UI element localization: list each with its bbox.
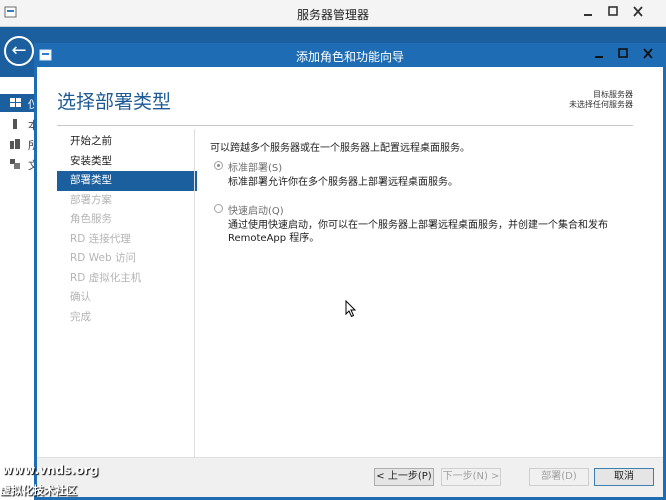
heading-divider (57, 125, 633, 126)
minimize-icon[interactable] (578, 3, 598, 21)
quick-start-description: 通过使用快速启动，你可以在一个服务器上部署远程桌面服务，并创建一个集合和发布 R… (228, 220, 608, 244)
quick-start-label[interactable]: 快速启动(Q) (228, 202, 284, 217)
back-arrow-icon[interactable]: ← (4, 36, 34, 66)
standard-deployment-option[interactable]: 标准部署(S) (214, 159, 414, 174)
step-rd-virtualization-host: RD 虚拟化主机 (70, 271, 142, 284)
watermark-site-name: 虚拟化技术社区 (0, 484, 77, 497)
sidebar-item-file-services[interactable]: 文 (0, 155, 34, 173)
all-servers-icon (10, 139, 20, 149)
step-rd-web-access: RD Web 访问 (70, 252, 136, 264)
step-before-you-begin[interactable]: 开始之前 (57, 132, 197, 152)
previous-button[interactable]: < 上一步(P) (374, 468, 434, 486)
server-manager-title: 服务器管理器 (296, 8, 369, 22)
nav-divider (194, 129, 195, 459)
intro-text: 可以跨越多个服务器或在一个服务器上配置远程桌面服务。 (210, 143, 470, 154)
standard-deployment-description: 标准部署允许你在多个服务器上部署远程桌面服务。 (228, 177, 458, 188)
maximize-icon[interactable] (603, 3, 623, 21)
sidebar-item-dashboard[interactable]: 仪 (0, 94, 34, 112)
wizard-close-icon[interactable] (638, 45, 658, 63)
wizard-title: 添加角色和功能向导 (295, 50, 404, 64)
standard-deployment-radio[interactable] (214, 161, 223, 170)
wizard-titlebar: 添加角色和功能向导 (34, 43, 666, 67)
quick-start-option[interactable]: 快速启动(Q) (214, 202, 414, 217)
step-rd-connection-broker: RD 连接代理 (70, 232, 131, 245)
step-installation-type[interactable]: 安装类型 (57, 152, 197, 172)
mouse-cursor-icon (345, 300, 357, 318)
step-deployment-scenario: 部署方案 (70, 193, 112, 206)
watermark-url: www.vnds.org (2, 463, 99, 477)
deploy-button[interactable]: 部署(D) (529, 468, 589, 486)
add-roles-wizard-window: 添加角色和功能向导 选择部署类型 目标服务器 未选择任何服务器 开始之前 安装类… (34, 43, 666, 500)
step-deployment-type[interactable]: 部署类型 (57, 171, 197, 191)
server-manager-sidebar: 仪 本 所 文 (0, 77, 34, 500)
quick-start-radio[interactable] (214, 204, 223, 213)
close-icon[interactable] (628, 3, 648, 21)
sidebar-item-all-servers[interactable]: 所 (0, 135, 34, 153)
dashboard-icon (10, 98, 21, 107)
sidebar-item-local-server[interactable]: 本 (0, 115, 34, 133)
step-completion: 完成 (70, 310, 91, 323)
local-server-icon (13, 119, 17, 129)
wizard-minimize-icon[interactable] (589, 45, 609, 63)
wizard-footer: < 上一步(P) 下一步(N) > 部署(D) 取消 (37, 458, 663, 497)
destination-server-value: 未选择任何服务器 (569, 100, 633, 109)
wizard-step-nav: 开始之前 安装类型 部署类型 部署方案 角色服务 RD 连接代理 RD Web … (57, 132, 197, 327)
cancel-button[interactable]: 取消 (594, 468, 654, 486)
server-manager-titlebar: 服务器管理器 (0, 0, 666, 27)
step-role-services: 角色服务 (70, 213, 112, 225)
standard-deployment-label[interactable]: 标准部署(S) (228, 159, 282, 174)
wizard-body: 选择部署类型 目标服务器 未选择任何服务器 开始之前 安装类型 部署类型 部署方… (37, 67, 663, 497)
next-button[interactable]: 下一步(N) > (441, 468, 501, 486)
file-services-icon (10, 159, 20, 169)
page-title: 选择部署类型 (57, 91, 172, 113)
step-confirmation: 确认 (70, 291, 91, 303)
wizard-maximize-icon[interactable] (613, 45, 633, 63)
